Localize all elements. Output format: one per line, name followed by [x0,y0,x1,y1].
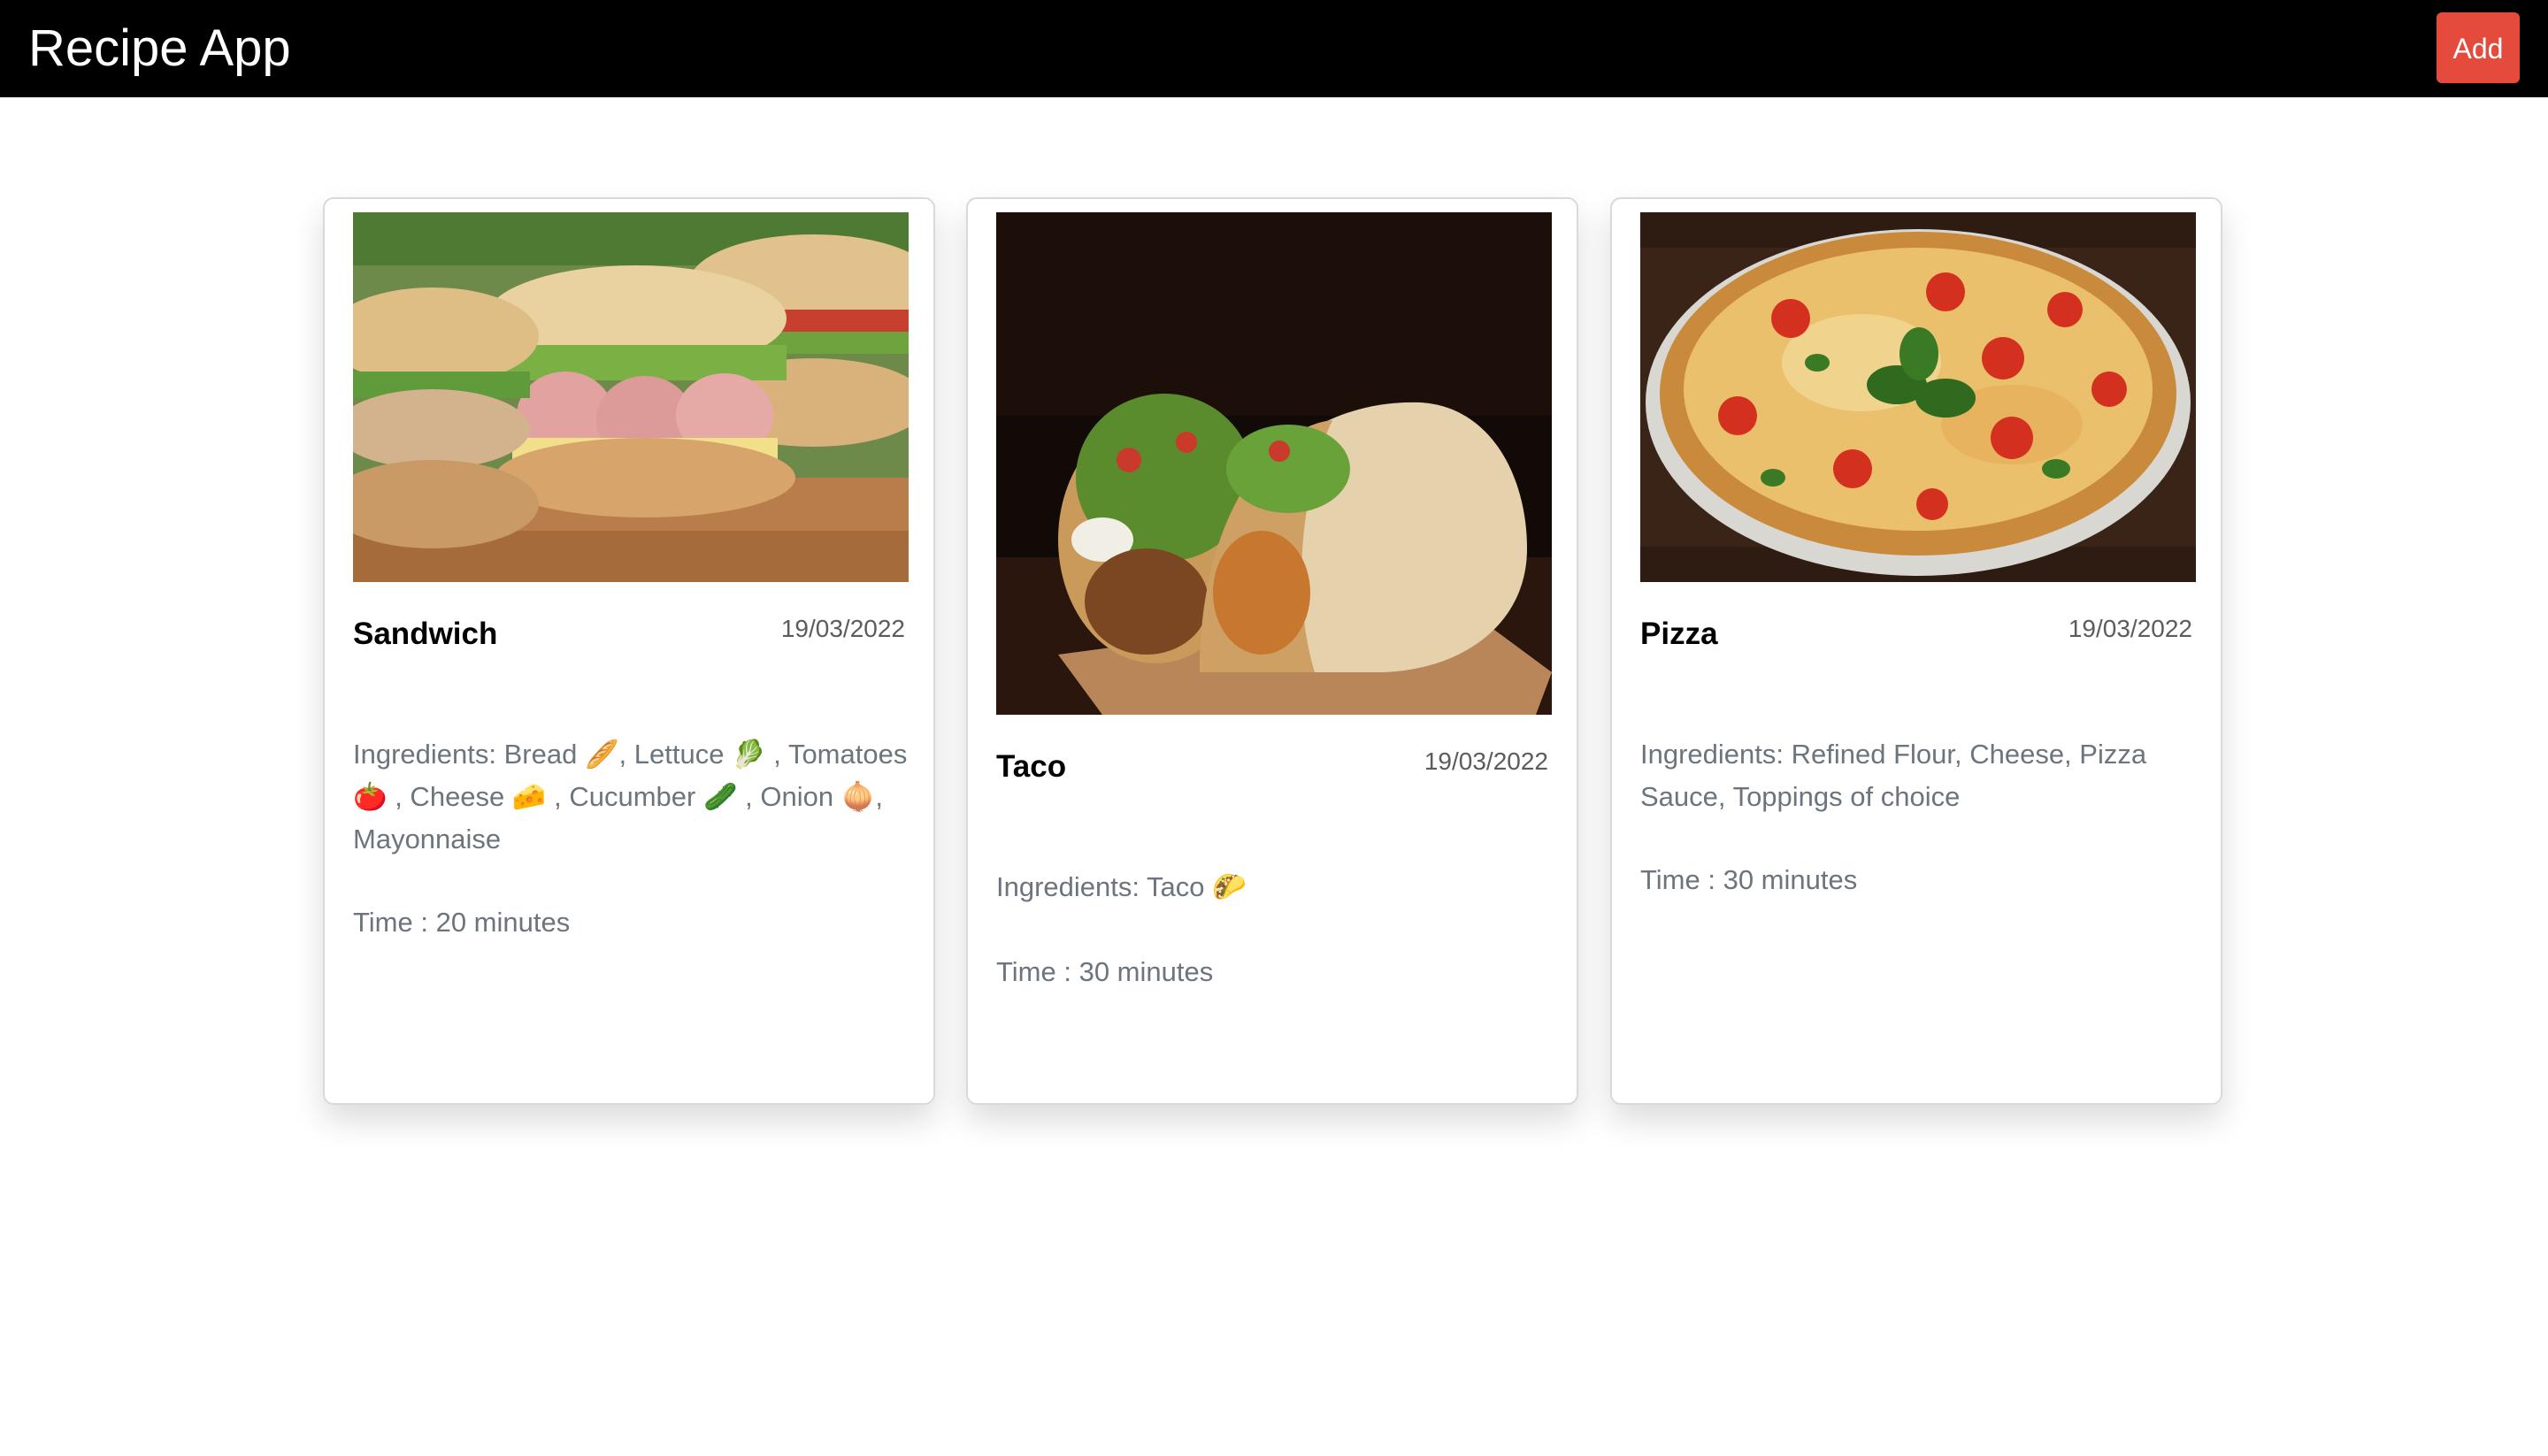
add-recipe-button[interactable]: Add [2437,12,2520,83]
recipe-date: 19/03/2022 [1424,747,1548,775]
recipe-title: Taco [996,749,1067,784]
sandwich-image [353,212,909,582]
recipe-image-sandwich [353,212,909,582]
recipe-ingredients: Ingredients: Refined Flour, Cheese, Pizz… [1640,739,2147,812]
top-navbar: Recipe App Add [0,0,2548,97]
recipe-image-pizza [1640,212,2196,582]
app-title: Recipe App [28,19,291,77]
recipe-ingredients: Ingredients: Taco 🌮 [996,871,1247,902]
recipe-time: Time : 20 minutes [353,907,571,938]
recipe-time: Time : 30 minutes [1640,864,1858,895]
pizza-image [1640,212,2196,582]
recipe-date: 19/03/2022 [2068,615,2192,642]
recipe-title: Sandwich [353,617,498,651]
taco-image [996,212,1552,715]
recipe-title: Pizza [1640,617,1718,651]
recipe-card-sandwich[interactable]: Sandwich 19/03/2022 Ingredients: Bread 🥖… [323,197,935,1105]
recipe-time: Time : 30 minutes [996,956,1214,987]
recipe-image-taco [996,212,1552,715]
recipe-date: 19/03/2022 [780,615,905,642]
recipe-ingredients: Ingredients: Bread 🥖, Lettuce 🥬 , Tomato… [353,739,908,854]
recipe-card-taco[interactable]: Taco 19/03/2022 Ingredients: Taco 🌮 Time… [966,197,1578,1105]
recipe-card-pizza[interactable]: Pizza 19/03/2022 Ingredients: Refined Fl… [1610,197,2222,1105]
